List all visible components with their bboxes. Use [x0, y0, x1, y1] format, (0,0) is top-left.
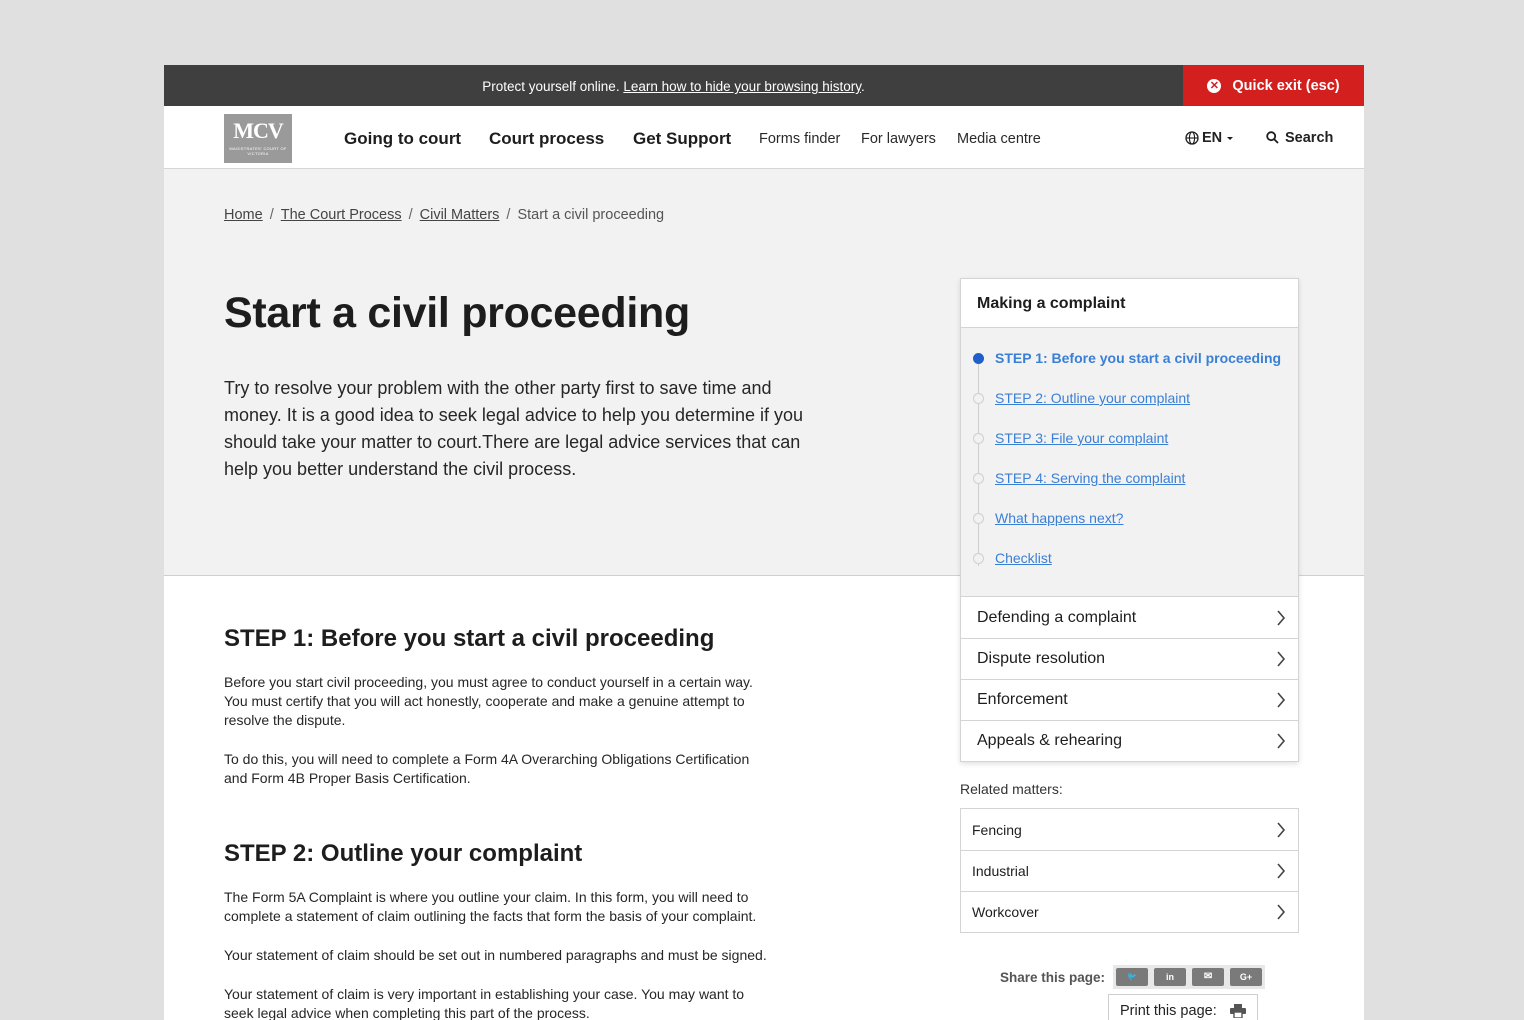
step1-heading: STEP 1: Before you start a civil proceed… — [224, 625, 715, 652]
step1-paragraph-1: Before you start civil proceeding, you m… — [224, 674, 753, 728]
dot-icon — [973, 393, 984, 404]
chevron-right-icon — [1277, 821, 1286, 838]
related-matters-list: Fencing Industrial Workcover — [960, 808, 1299, 933]
close-circle-icon: ✕ — [1207, 78, 1222, 93]
step-item-2[interactable]: STEP 2: Outline your complaint — [961, 384, 1298, 424]
chevron-right-icon — [1277, 904, 1286, 920]
logo-text: MCV — [233, 118, 284, 143]
language-label: EN — [1202, 129, 1223, 146]
step-link[interactable]: STEP 2: Outline your complaint — [995, 390, 1190, 406]
step-item-checklist[interactable]: Checklist — [961, 544, 1298, 584]
print-page-button[interactable]: Print this page: — [1108, 994, 1258, 1020]
section-navigation-panel: Making a complaint STEP 1: Before you st… — [960, 278, 1299, 762]
section-enforcement[interactable]: Enforcement — [961, 679, 1298, 720]
nav-media-centre[interactable]: Media centre — [957, 106, 1041, 169]
intro-paragraph: Try to resolve your problem with the oth… — [224, 378, 804, 479]
related-fencing[interactable]: Fencing — [961, 809, 1298, 850]
section-accordion: Defending a complaint Dispute resolution… — [961, 597, 1298, 761]
google-plus-icon[interactable]: G+ — [1230, 968, 1263, 986]
browser-page: Protect yourself online. Learn how to hi… — [164, 65, 1364, 1020]
related-label: Fencing — [972, 821, 1022, 838]
twitter-icon[interactable]: 🐦 — [1116, 968, 1149, 986]
language-selector[interactable]: EN — [1185, 106, 1238, 169]
nav-going-to-court[interactable]: Going to court — [344, 106, 461, 169]
linkedin-icon[interactable]: in — [1154, 968, 1187, 986]
step-item-next[interactable]: What happens next? — [961, 504, 1298, 544]
related-label: Workcover — [972, 904, 1039, 920]
section-label: Dispute resolution — [977, 650, 1106, 667]
breadcrumb-current: Start a civil proceeding — [517, 207, 665, 223]
alert-text: Protect yourself online. — [482, 79, 620, 94]
section-dispute-resolution[interactable]: Dispute resolution — [961, 638, 1298, 679]
dot-icon — [973, 473, 984, 484]
print-label: Print this page: — [1120, 1003, 1217, 1019]
section-label: Enforcement — [977, 691, 1068, 708]
breadcrumb: Home / The Court Process / Civil Matters / Sta… — [224, 207, 664, 223]
chevron-right-icon — [1277, 651, 1286, 667]
step2-heading: STEP 2: Outline your complaint — [224, 840, 583, 867]
dot-icon — [973, 513, 984, 524]
section-label: Defending a complaint — [977, 608, 1137, 626]
related-label: Industrial — [972, 863, 1029, 879]
section-appeals-rehearing[interactable]: Appeals & rehearing — [961, 720, 1298, 761]
printer-icon — [1230, 1004, 1246, 1018]
mcv-logo[interactable]: MCV MAGISTRATES' COURT OF VICTORIA — [224, 114, 292, 163]
chevron-right-icon — [1277, 609, 1286, 626]
share-bar: Share this page: 🐦 in ✉ G+ — [1000, 965, 1266, 989]
hide-browsing-history-link[interactable]: Learn how to hide your browsing history — [623, 79, 861, 94]
email-icon[interactable]: ✉ — [1192, 968, 1225, 986]
search-button[interactable]: Search — [1266, 106, 1333, 169]
logo-subtext: MAGISTRATES' COURT OF VICTORIA — [229, 146, 287, 156]
related-industrial[interactable]: Industrial — [961, 850, 1298, 891]
step-item-4[interactable]: STEP 4: Serving the complaint — [961, 464, 1298, 504]
step-link[interactable]: STEP 3: File your complaint — [995, 430, 1168, 446]
step2-paragraph-2: Your statement of claim should be set ou… — [224, 947, 767, 963]
dot-icon — [973, 553, 984, 564]
chevron-right-icon — [1277, 733, 1286, 749]
globe-icon — [1185, 130, 1199, 145]
step-item-3[interactable]: STEP 3: File your complaint — [961, 424, 1298, 464]
search-label: Search — [1285, 129, 1334, 146]
site-header: MCV MAGISTRATES' COURT OF VICTORIA Going… — [164, 106, 1364, 169]
step-link[interactable]: What happens next? — [995, 510, 1123, 526]
nav-get-support[interactable]: Get Support — [633, 106, 731, 169]
section-defending-complaint[interactable]: Defending a complaint — [961, 597, 1298, 638]
chevron-right-icon — [1277, 863, 1286, 879]
step-item-1[interactable]: STEP 1: Before you start a civil proceed… — [961, 344, 1298, 384]
related-matters-label: Related matters: — [960, 781, 1063, 797]
step-label: STEP 1: Before you start a civil proceed… — [995, 350, 1282, 366]
nav-court-process[interactable]: Court process — [489, 106, 604, 169]
step1-paragraph-2: To do this, you will need to complete a … — [224, 751, 750, 786]
quick-exit-label: Quick exit (esc) — [1232, 77, 1340, 94]
step-link[interactable]: STEP 4: Serving the complaint — [995, 470, 1185, 486]
step2-paragraph-3: Your statement of claim is very importan… — [224, 986, 745, 1020]
alert-suffix: . — [860, 79, 865, 94]
search-icon — [1266, 131, 1279, 144]
step2-paragraph-1: The Form 5A Complaint is where you outli… — [224, 889, 757, 924]
breadcrumb-home[interactable]: Home — [224, 207, 263, 223]
panel-title[interactable]: Making a complaint — [961, 279, 1298, 328]
active-dot-icon — [973, 353, 984, 364]
safety-alert-bar: Protect yourself online. Learn how to hi… — [164, 65, 1364, 106]
breadcrumb-separator: / — [269, 207, 274, 223]
breadcrumb-civil-matters[interactable]: Civil Matters — [420, 207, 500, 223]
nav-for-lawyers[interactable]: For lawyers — [861, 106, 936, 169]
section-label: Appeals & rehearing — [977, 732, 1122, 749]
share-buttons: 🐦 in ✉ G+ — [1113, 965, 1266, 989]
nav-forms-finder[interactable]: Forms finder — [759, 106, 840, 169]
alert-message: Protect yourself online. Learn how to hi… — [164, 65, 1183, 106]
breadcrumb-separator: / — [408, 207, 413, 223]
related-workcover[interactable]: Workcover — [961, 891, 1298, 932]
breadcrumb-separator: / — [506, 207, 511, 223]
main-content: STEP 1: Before you start a civil proceed… — [224, 625, 784, 1020]
quick-exit-button[interactable]: ✕ Quick exit (esc) — [1183, 65, 1364, 106]
step-list: STEP 1: Before you start a civil proceed… — [961, 328, 1298, 597]
caret-down-icon — [1227, 136, 1234, 140]
breadcrumb-court-process[interactable]: The Court Process — [281, 207, 402, 223]
page-title: Start a civil proceeding — [224, 289, 690, 337]
step-link[interactable]: Checklist — [995, 550, 1052, 566]
share-label: Share this page: — [1000, 969, 1106, 985]
chevron-right-icon — [1277, 692, 1286, 708]
dot-icon — [973, 433, 984, 444]
